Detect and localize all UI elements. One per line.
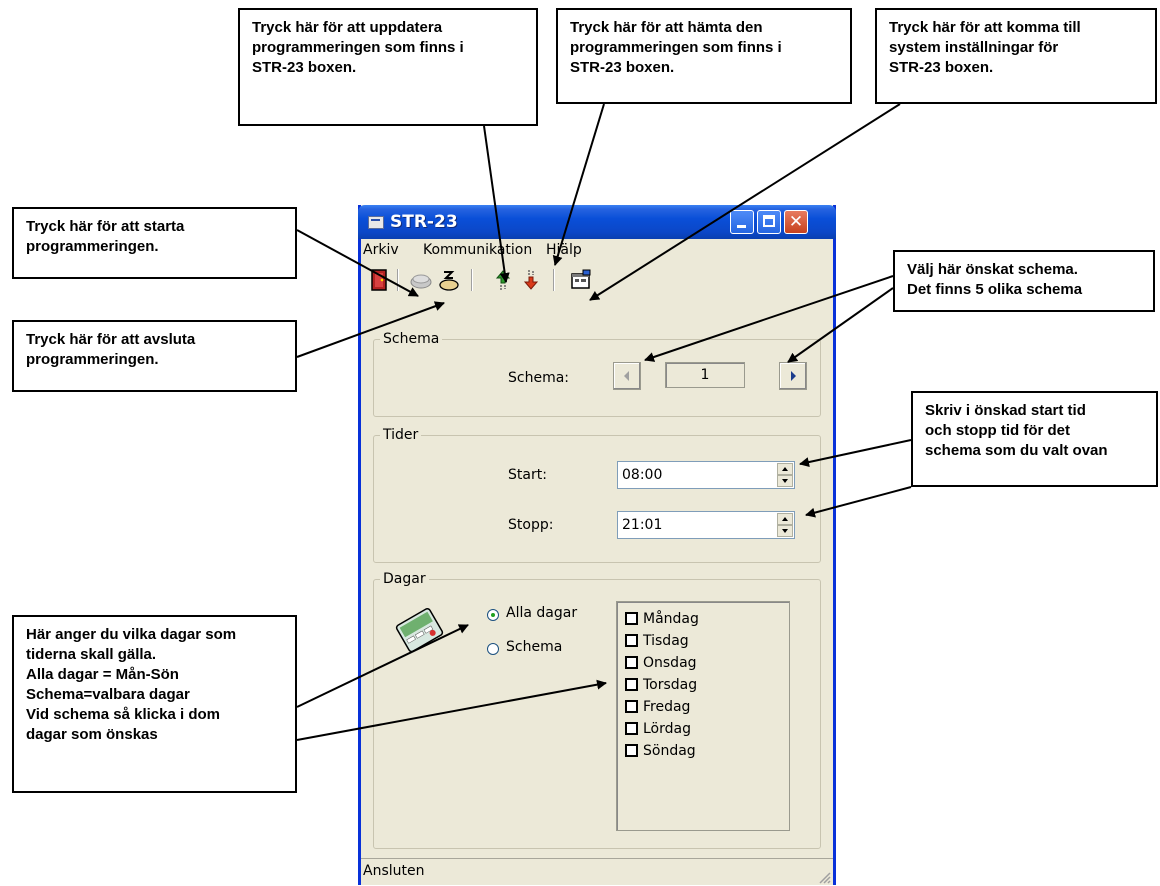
status-bar: Ansluten xyxy=(361,858,833,886)
stop-up-button[interactable] xyxy=(777,513,793,525)
callout-start: Tryck här för att starta programmeringen… xyxy=(12,207,297,279)
schema-group: Schema xyxy=(373,331,821,417)
checkbox[interactable] xyxy=(625,656,638,669)
toolbar xyxy=(361,263,833,297)
window-title: STR-23 xyxy=(390,212,458,232)
arrow-left-icon xyxy=(624,371,629,381)
calendar-icon xyxy=(393,605,447,657)
checkbox[interactable] xyxy=(625,744,638,757)
title-bar[interactable]: STR-23 ✕ xyxy=(358,205,836,239)
checkbox[interactable] xyxy=(625,634,638,647)
callout-exit: Tryck här för att avsluta programmeringe… xyxy=(12,320,297,392)
radio-alla-dagar[interactable] xyxy=(487,609,499,621)
stop-time-input[interactable]: 21:01 xyxy=(617,511,795,539)
close-icon: ✕ xyxy=(788,212,804,232)
status-text: Ansluten xyxy=(363,863,425,879)
exit-door-icon[interactable] xyxy=(367,268,391,292)
callout-days: Här anger du vilka dagar som tiderna ska… xyxy=(12,615,297,793)
app-window: STR-23 ✕ Arkiv Kommunikation Hjälp Schem… xyxy=(358,205,836,885)
download-icon[interactable] xyxy=(519,268,543,292)
start-time-value: 08:00 xyxy=(622,467,663,483)
menu-arkiv[interactable]: Arkiv xyxy=(363,242,399,258)
times-legend: Tider xyxy=(383,427,419,443)
start-up-button[interactable] xyxy=(777,463,793,475)
days-legend: Dagar xyxy=(383,571,426,587)
disconnect-icon[interactable] xyxy=(437,268,461,292)
resize-grip-icon[interactable] xyxy=(817,870,831,884)
start-label: Start: xyxy=(508,467,547,483)
schema-value: 1 xyxy=(665,362,745,388)
schema-next-button[interactable] xyxy=(779,362,807,390)
callout-update: Tryck här för att uppdatera programmerin… xyxy=(238,8,538,126)
arrow-right-icon xyxy=(791,371,796,381)
radio-alla-dagar-label[interactable]: Alla dagar xyxy=(506,605,577,621)
stop-down-button[interactable] xyxy=(777,525,793,537)
close-button[interactable]: ✕ xyxy=(784,210,808,234)
checkbox[interactable] xyxy=(625,612,638,625)
schema-legend: Schema xyxy=(383,331,440,347)
stop-label: Stopp: xyxy=(508,517,554,533)
callout-times: Skriv i önskad start tid och stopp tid f… xyxy=(911,391,1158,487)
callout-settings: Tryck här för att komma till system inst… xyxy=(875,8,1157,104)
app-icon xyxy=(368,216,384,229)
menu-hjalp[interactable]: Hjälp xyxy=(546,242,582,258)
schema-label: Schema: xyxy=(508,370,570,386)
maximize-button[interactable] xyxy=(757,210,781,234)
schema-prev-button[interactable] xyxy=(613,362,641,390)
days-list: Måndag Tisdag Onsdag Torsdag Fredag Lörd… xyxy=(616,601,790,831)
settings-icon[interactable] xyxy=(569,268,593,292)
connect-icon[interactable] xyxy=(409,268,433,292)
callout-schedule: Välj här önskat schema. Det finns 5 olik… xyxy=(893,250,1155,312)
times-group: Tider xyxy=(373,427,821,563)
start-time-input[interactable]: 08:00 xyxy=(617,461,795,489)
start-down-button[interactable] xyxy=(777,475,793,487)
stop-time-value: 21:01 xyxy=(622,517,663,533)
radio-schema[interactable] xyxy=(487,643,499,655)
checkbox[interactable] xyxy=(625,722,638,735)
callout-fetch: Tryck här för att hämta den programmerin… xyxy=(556,8,852,104)
menu-bar: Arkiv Kommunikation Hjälp xyxy=(361,239,833,261)
minimize-button[interactable] xyxy=(730,210,754,234)
menu-kommunikation[interactable]: Kommunikation xyxy=(423,242,532,258)
upload-icon[interactable] xyxy=(491,268,515,292)
checkbox[interactable] xyxy=(625,678,638,691)
radio-schema-label[interactable]: Schema xyxy=(506,639,562,655)
checkbox[interactable] xyxy=(625,700,638,713)
